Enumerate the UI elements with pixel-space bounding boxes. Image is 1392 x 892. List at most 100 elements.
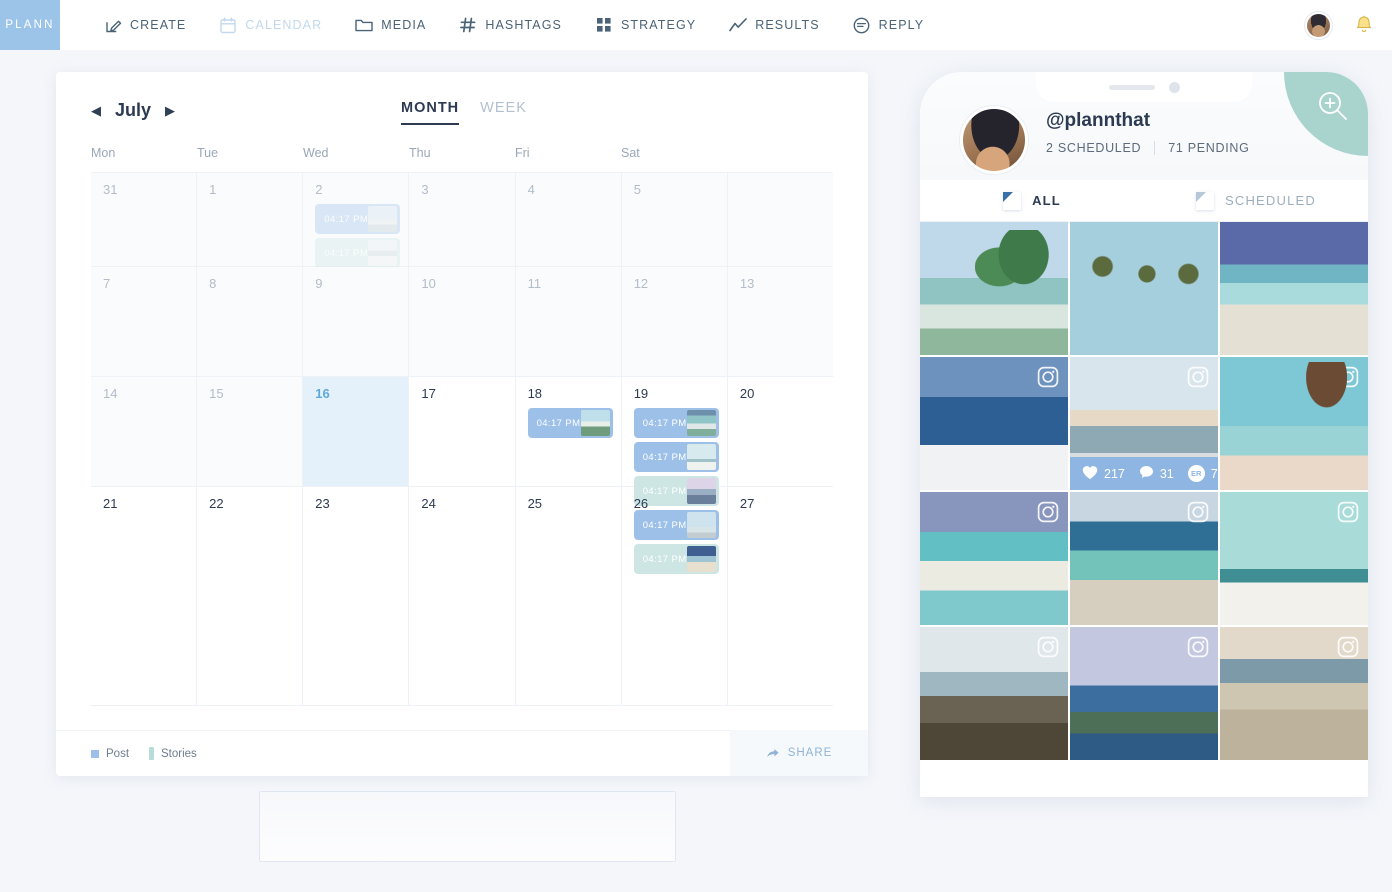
share-button[interactable]: SHARE [730, 730, 868, 776]
calendar-day-cell[interactable]: 2 04:17 PM 04:17 PM [303, 173, 410, 268]
calendar-card: ◀ July ▶ MONTH WEEK Mon Tue Wed Thu Fri Sat 31… [56, 72, 868, 776]
day-header: Wed [303, 146, 329, 160]
media-tile[interactable]: 217 31 ER 7% [1070, 357, 1218, 490]
calendar-day-cell[interactable]: 4 [515, 173, 622, 267]
avatar[interactable] [1305, 11, 1332, 39]
calendar-event-post[interactable]: 04:17 PM [633, 408, 719, 438]
day-header: Mon [91, 146, 116, 160]
calendar-day-cell[interactable]: 16 [303, 377, 410, 487]
instagram-icon [1037, 636, 1059, 663]
media-tile[interactable] [1070, 627, 1218, 760]
event-time: 04:17 PM [536, 417, 581, 429]
stat-value: 7% [1210, 466, 1218, 481]
day-number: 22 [209, 496, 224, 511]
media-tile[interactable] [1070, 222, 1218, 355]
plann-logo[interactable]: PLANN [0, 0, 60, 50]
calendar-day-cell[interactable]: 10 [409, 267, 516, 377]
calendar-event-story[interactable]: 04:17 PM [315, 238, 401, 268]
nav-item-results[interactable]: RESULTS [729, 16, 819, 34]
stat-comment-bubble-icon: 31 [1139, 465, 1174, 482]
calendar-day-cell[interactable]: 20 [727, 377, 833, 487]
day-number: 16 [315, 386, 330, 401]
media-tile[interactable] [1070, 492, 1218, 625]
nav-item-strategy[interactable]: STRATEGY [595, 16, 696, 34]
nav-item-reply[interactable]: REPLY [853, 16, 925, 34]
calendar-day-cell[interactable]: 31 [91, 173, 198, 267]
calendar-day-cell[interactable]: 24 [409, 487, 516, 706]
day-number: 2 [315, 182, 323, 197]
calendar-event-post[interactable]: 04:17 PM [315, 204, 401, 234]
corner-flag-icon [1003, 191, 1022, 210]
media-tile[interactable] [920, 492, 1068, 625]
calendar-day-cell[interactable]: 25 [515, 487, 622, 706]
comment-bubble-icon [1139, 465, 1154, 482]
nav-item-hashtags[interactable]: HASHTAGS [459, 16, 562, 34]
media-tile[interactable] [1220, 627, 1368, 760]
day-number: 26 [633, 496, 649, 511]
calendar-day-cell[interactable]: 22 [197, 487, 304, 706]
share-label: SHARE [787, 747, 833, 759]
day-number: 31 [103, 182, 118, 197]
media-grid: 217 31 ER 7% [920, 222, 1368, 760]
calendar-day-cell[interactable]: 21 [91, 487, 198, 706]
media-tile[interactable] [920, 222, 1068, 355]
calendar-day-cell[interactable]: 1 [197, 173, 304, 267]
media-tile[interactable] [920, 627, 1068, 760]
calendar-day-cell[interactable]: 23 [303, 487, 410, 706]
phone-tabs: ALL SCHEDULED [920, 180, 1368, 222]
instagram-icon [1337, 501, 1359, 528]
day-number: 18 [527, 386, 543, 401]
calendar-day-cell[interactable]: 14 [91, 377, 198, 487]
nav-item-create[interactable]: CREATE [104, 16, 186, 34]
instagram-icon [1187, 501, 1209, 528]
calendar-day-cell[interactable]: 3 [409, 173, 516, 267]
calendar-day-cell[interactable]: 13 [727, 267, 833, 377]
pencil-square-icon [104, 16, 122, 34]
calendar-day-cell[interactable]: 18 04:17 PM [515, 377, 622, 487]
calendar-day-cell[interactable] [727, 173, 833, 267]
media-tile[interactable] [1220, 492, 1368, 625]
calendar-day-cell[interactable]: 5 [621, 173, 728, 267]
legend-swatch [91, 749, 99, 758]
calendar-week-row: 31 1 2 04:17 PM 04:17 PM 3 4 5 [91, 173, 833, 268]
calendar-day-cell[interactable]: 9 [303, 267, 410, 377]
media-tile[interactable] [1220, 357, 1368, 490]
app-root: PLANN CREATE CALENDAR MEDIA HASHTAGS STRATEG… [0, 0, 1392, 892]
avatar [960, 106, 1028, 174]
nav-item-media[interactable]: MEDIA [355, 16, 426, 34]
phone-tab-scheduled[interactable]: SCHEDULED [1144, 180, 1368, 221]
day-number: 1 [209, 182, 217, 197]
calendar-grid: 31 1 2 04:17 PM 04:17 PM 3 4 5 7 8 9 10 11 12 13 14 15 16… [91, 172, 833, 706]
calendar-day-cell[interactable]: 26 [621, 487, 728, 706]
chevron-right-icon[interactable]: ▶ [165, 104, 175, 117]
calendar-event-post[interactable]: 04:17 PM [527, 408, 613, 438]
calendar-day-cell[interactable]: 15 [197, 377, 304, 487]
bell-icon[interactable] [1354, 14, 1374, 36]
phone-tab-all[interactable]: ALL [920, 180, 1144, 221]
profile-text-block: @plannthat 2 SCHEDULED 71 PENDING [1046, 106, 1250, 155]
day-number: 12 [633, 276, 649, 291]
calendar-event-post[interactable]: 04:17 PM [633, 442, 719, 472]
calendar-day-cell[interactable]: 12 [621, 267, 728, 377]
stat-engagement-rate: ER 7% [1187, 465, 1218, 482]
nav-item-calendar[interactable]: CALENDAR [219, 16, 322, 34]
day-number: 5 [633, 182, 641, 197]
chevron-left-icon[interactable]: ◀ [91, 104, 101, 117]
calendar-day-cell[interactable]: 7 [91, 267, 198, 377]
phone-preview-mockup: @plannthat 2 SCHEDULED 71 PENDING ALL SCH… [920, 72, 1368, 797]
calendar-day-cell[interactable]: 8 [197, 267, 304, 377]
calendar-day-cell[interactable]: 17 [409, 377, 516, 487]
view-tab-month[interactable]: MONTH [401, 100, 460, 125]
day-number: 7 [103, 276, 111, 291]
calendar-day-cell[interactable]: 27 [727, 487, 833, 706]
view-tab-week[interactable]: WEEK [480, 100, 527, 123]
media-tile[interactable] [1220, 222, 1368, 355]
day-number: 13 [739, 276, 755, 291]
calendar-day-cell[interactable]: 11 [515, 267, 622, 377]
media-tile[interactable] [920, 357, 1068, 490]
calendar-day-cell[interactable]: 19 04:17 PM 04:17 PM 04:17 PM 04:17 PM 04:17 … [621, 377, 728, 574]
top-navigation-bar: PLANN CREATE CALENDAR MEDIA HASHTAGS STRATEG… [0, 0, 1392, 50]
event-time: 04:17 PM [642, 417, 687, 429]
grid-squares-icon [595, 16, 613, 34]
legend-item-stories: Stories [149, 747, 197, 760]
